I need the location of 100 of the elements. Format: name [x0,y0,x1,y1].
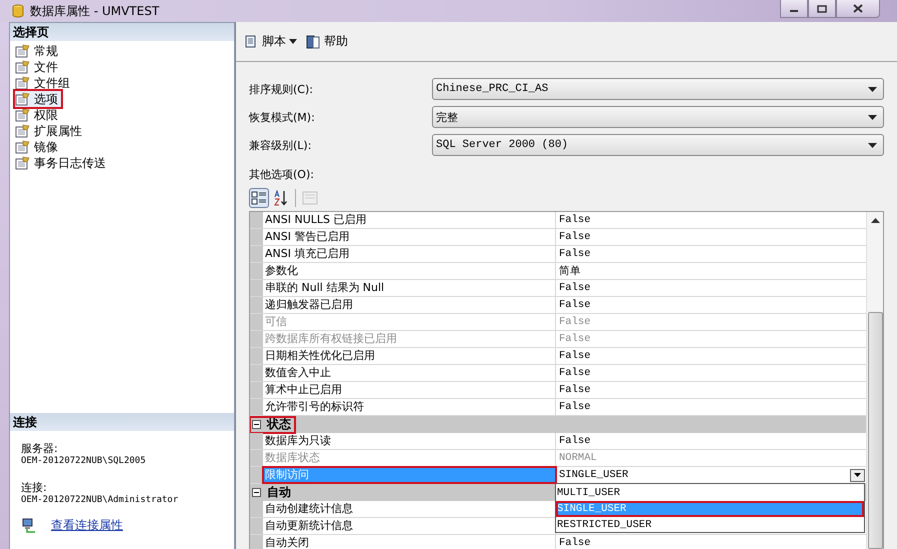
row-gutter [250,297,263,313]
sidebar-item[interactable]: 文件组 [15,75,73,91]
category-header[interactable]: 状态 [250,416,295,432]
property-value: False [559,350,591,362]
property-value: False [559,231,591,243]
categorized-list-icon [251,191,267,205]
section-label: 其他选项(O): [249,167,315,183]
row-gutter [250,229,263,245]
help-button[interactable]: 帮助 [302,31,351,52]
field-label: 连接: [21,480,48,495]
property-name[interactable]: 自动关闭 [263,535,556,549]
property-name[interactable]: 递归触发器已启用 [263,297,556,313]
dropdown-option[interactable]: MULTI_USER [556,485,864,501]
window-title: 数据库属性 - UMVTEST [30,2,160,20]
collapse-icon[interactable] [252,488,261,497]
property-value: False [559,282,591,294]
row-gutter [250,535,263,549]
row-gutter [250,518,263,534]
property-value: False [559,299,591,311]
row-gutter [250,246,263,262]
property-name[interactable]: 自动创建统计信息 [263,501,556,517]
row-gutter [250,280,263,296]
property-value: False [559,248,591,260]
property-value: NORMAL [559,452,597,464]
field-label: 服务器: [21,441,59,456]
dropdown-option[interactable]: RESTRICTED_USER [556,517,864,533]
property-name[interactable]: 允许带引号的标识符 [263,399,556,415]
field-value: OEM-20120722NUB\SQL2005 [21,456,147,466]
page-icon [15,92,31,106]
property-value: SINGLE_USER [559,469,628,481]
property-name[interactable]: ANSI 警告已启用 [263,229,556,245]
field-value: OEM-20120722NUB\Administrator [21,495,180,505]
connection-properties-link[interactable]: 查看连接属性 [51,517,123,534]
property-value: 简单 [559,264,581,278]
property-value: False [559,316,591,328]
property-name[interactable]: 参数化 [263,263,556,279]
property-value: False [559,384,591,396]
page-icon [15,60,31,74]
row-gutter [250,314,263,330]
section-header: 连接 [10,413,234,431]
field-label: 排序规则(C): [249,82,314,96]
dropdown-field[interactable]: Chinese_PRC_CI_AS [432,78,884,100]
property-name[interactable]: 日期相关性优化已启用 [263,348,556,364]
property-value: False [559,537,591,549]
maximize-icon [817,4,827,12]
dropdown-button[interactable] [850,468,865,482]
sort-az-icon [273,190,289,206]
book-icon [305,34,321,50]
property-name[interactable]: 数值舍入中止 [263,365,556,381]
network-computer-icon [21,518,37,534]
caret-icon [289,39,297,44]
page-icon [15,108,31,122]
sidebar-item[interactable]: 选项 [15,91,61,107]
caret-icon [868,86,877,92]
sidebar-item[interactable]: 常规 [15,43,61,59]
sidebar-item[interactable]: 文件 [15,59,61,75]
row-gutter [250,450,263,466]
row-gutter [250,365,263,381]
row-gutter [250,212,263,228]
categorized-view-button[interactable] [249,188,269,208]
property-name[interactable]: 数据库为只读 [263,433,556,449]
sidebar-item[interactable]: 事务日志传送 [15,155,109,171]
row-gutter [250,382,263,398]
property-name[interactable]: 自动更新统计信息 [263,518,556,534]
sidebar-item[interactable]: 镜像 [15,139,61,155]
page-icon [15,124,31,138]
minimize-button[interactable] [780,0,808,18]
database-icon [12,4,24,18]
page-icon [15,44,31,58]
row-gutter [250,399,263,415]
property-value: False [559,367,591,379]
page-icon [15,156,31,170]
section-header: 选择页 [10,23,234,41]
close-button[interactable] [836,0,880,18]
dropdown-field[interactable]: SQL Server 2000 (80) [432,134,884,156]
maximize-button[interactable] [808,0,836,18]
row-gutter [250,348,263,364]
category-header[interactable]: 自动 [250,484,295,500]
sidebar-item[interactable]: 权限 [15,107,61,123]
page-icon [15,76,31,90]
field-label: 恢复模式(M): [249,110,316,124]
scrollbar[interactable] [866,212,883,549]
property-name[interactable]: 串联的 Null 结果为 Null [263,280,556,296]
field-label: 兼容级别(L): [249,138,312,152]
collapse-icon[interactable] [252,420,261,429]
sidebar-item[interactable]: 扩展属性 [15,123,85,139]
dropdown-field[interactable]: 完整 [432,106,884,128]
property-name[interactable]: ANSI NULLS 已启用 [263,212,556,228]
close-icon [853,4,863,13]
property-value: False [559,333,591,345]
property-value: False [559,435,591,447]
scroll-up-icon[interactable] [870,218,880,223]
caret-icon [868,114,877,120]
scroll-thumb[interactable] [868,312,882,549]
page-icon [15,140,31,154]
property-name[interactable]: 算术中止已启用 [263,382,556,398]
property-name[interactable]: ANSI 填充已启用 [263,246,556,262]
property-value: False [559,401,591,413]
row-gutter [250,263,263,279]
script-button[interactable]: 脚本 [240,31,300,52]
